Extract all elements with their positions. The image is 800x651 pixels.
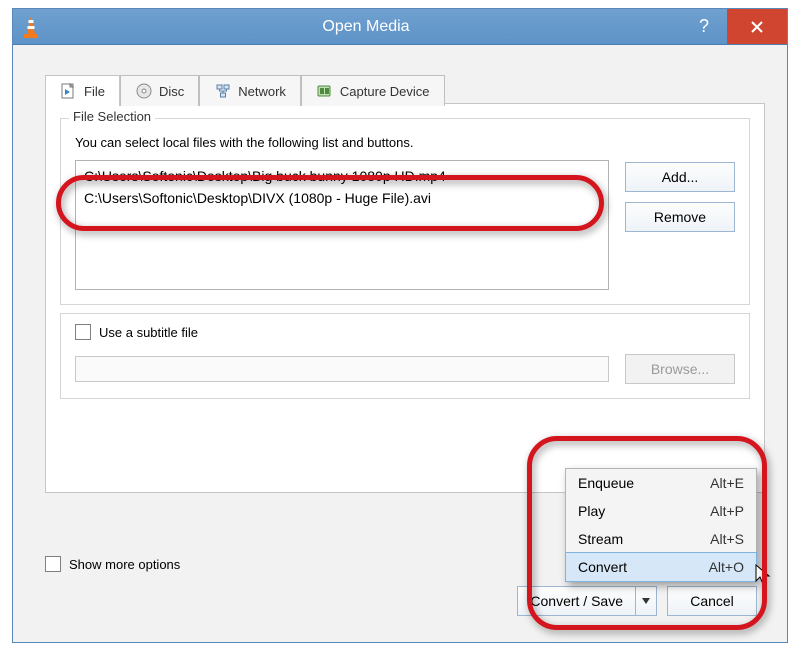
menu-item-accel: Alt+S: [710, 531, 744, 547]
tabs: File Disc Network: [45, 75, 765, 106]
convert-save-menu: Enqueue Alt+E Play Alt+P Stream Alt+S Co…: [565, 468, 757, 582]
list-item[interactable]: C:\Users\Softonic\Desktop\DIVX (1080p - …: [84, 187, 600, 209]
window-body: File Disc Network: [13, 45, 787, 642]
menu-item-accel: Alt+E: [710, 475, 744, 491]
tab-disc[interactable]: Disc: [120, 75, 199, 106]
close-icon: [750, 20, 764, 34]
menu-item-enqueue[interactable]: Enqueue Alt+E: [566, 469, 756, 497]
menu-item-play[interactable]: Play Alt+P: [566, 497, 756, 525]
close-button[interactable]: [727, 9, 787, 44]
subtitle-group: Use a subtitle file Browse...: [60, 313, 750, 399]
show-more-options-row: Show more options: [45, 556, 180, 572]
menu-item-label: Stream: [578, 531, 710, 547]
convert-save-button[interactable]: Convert / Save: [517, 586, 635, 616]
disc-tab-icon: [135, 82, 153, 100]
file-selection-legend: File Selection: [69, 109, 155, 124]
window-title: Open Media: [41, 18, 691, 36]
tab-disc-label: Disc: [159, 84, 184, 99]
show-more-options-label: Show more options: [69, 557, 180, 572]
list-item[interactable]: C:\Users\Softonic\Desktop\Big buck bunny…: [84, 165, 600, 187]
open-media-window: Open Media ? File: [12, 8, 788, 643]
tab-capture-label: Capture Device: [340, 84, 430, 99]
convert-save-dropdown-toggle[interactable]: [635, 586, 657, 616]
bottom-buttons: Convert / Save Cancel: [517, 586, 757, 616]
help-button[interactable]: ?: [691, 16, 717, 37]
tab-panel-file: File Selection You can select local file…: [45, 103, 765, 493]
use-subtitle-label: Use a subtitle file: [99, 325, 198, 340]
convert-save-split-button: Convert / Save: [517, 586, 657, 616]
tab-capture[interactable]: Capture Device: [301, 75, 445, 106]
file-list[interactable]: C:\Users\Softonic\Desktop\Big buck bunny…: [75, 160, 609, 290]
capture-tab-icon: [316, 82, 334, 100]
browse-button[interactable]: Browse...: [625, 354, 735, 384]
menu-item-accel: Alt+P: [710, 503, 744, 519]
remove-button[interactable]: Remove: [625, 202, 735, 232]
tab-file[interactable]: File: [45, 75, 120, 106]
menu-item-stream[interactable]: Stream Alt+S: [566, 525, 756, 553]
vlc-cone-icon: [21, 14, 41, 40]
cancel-button[interactable]: Cancel: [667, 586, 757, 616]
tab-file-label: File: [84, 84, 105, 99]
tab-network[interactable]: Network: [199, 75, 301, 106]
show-more-options-checkbox[interactable]: [45, 556, 61, 572]
menu-item-accel: Alt+O: [709, 559, 744, 575]
menu-item-label: Enqueue: [578, 475, 710, 491]
menu-item-label: Play: [578, 503, 710, 519]
file-tab-icon: [60, 82, 78, 100]
file-selection-group: File Selection You can select local file…: [60, 118, 750, 305]
chevron-down-icon: [642, 598, 650, 604]
subtitle-path-input[interactable]: [75, 356, 609, 382]
menu-item-convert[interactable]: Convert Alt+O: [565, 552, 757, 582]
menu-item-label: Convert: [578, 559, 709, 575]
add-button[interactable]: Add...: [625, 162, 735, 192]
file-selection-help: You can select local files with the foll…: [75, 135, 735, 150]
tab-network-label: Network: [238, 84, 286, 99]
mouse-cursor-icon: [755, 564, 773, 586]
network-tab-icon: [214, 82, 232, 100]
titlebar[interactable]: Open Media ?: [13, 9, 787, 45]
use-subtitle-checkbox[interactable]: [75, 324, 91, 340]
